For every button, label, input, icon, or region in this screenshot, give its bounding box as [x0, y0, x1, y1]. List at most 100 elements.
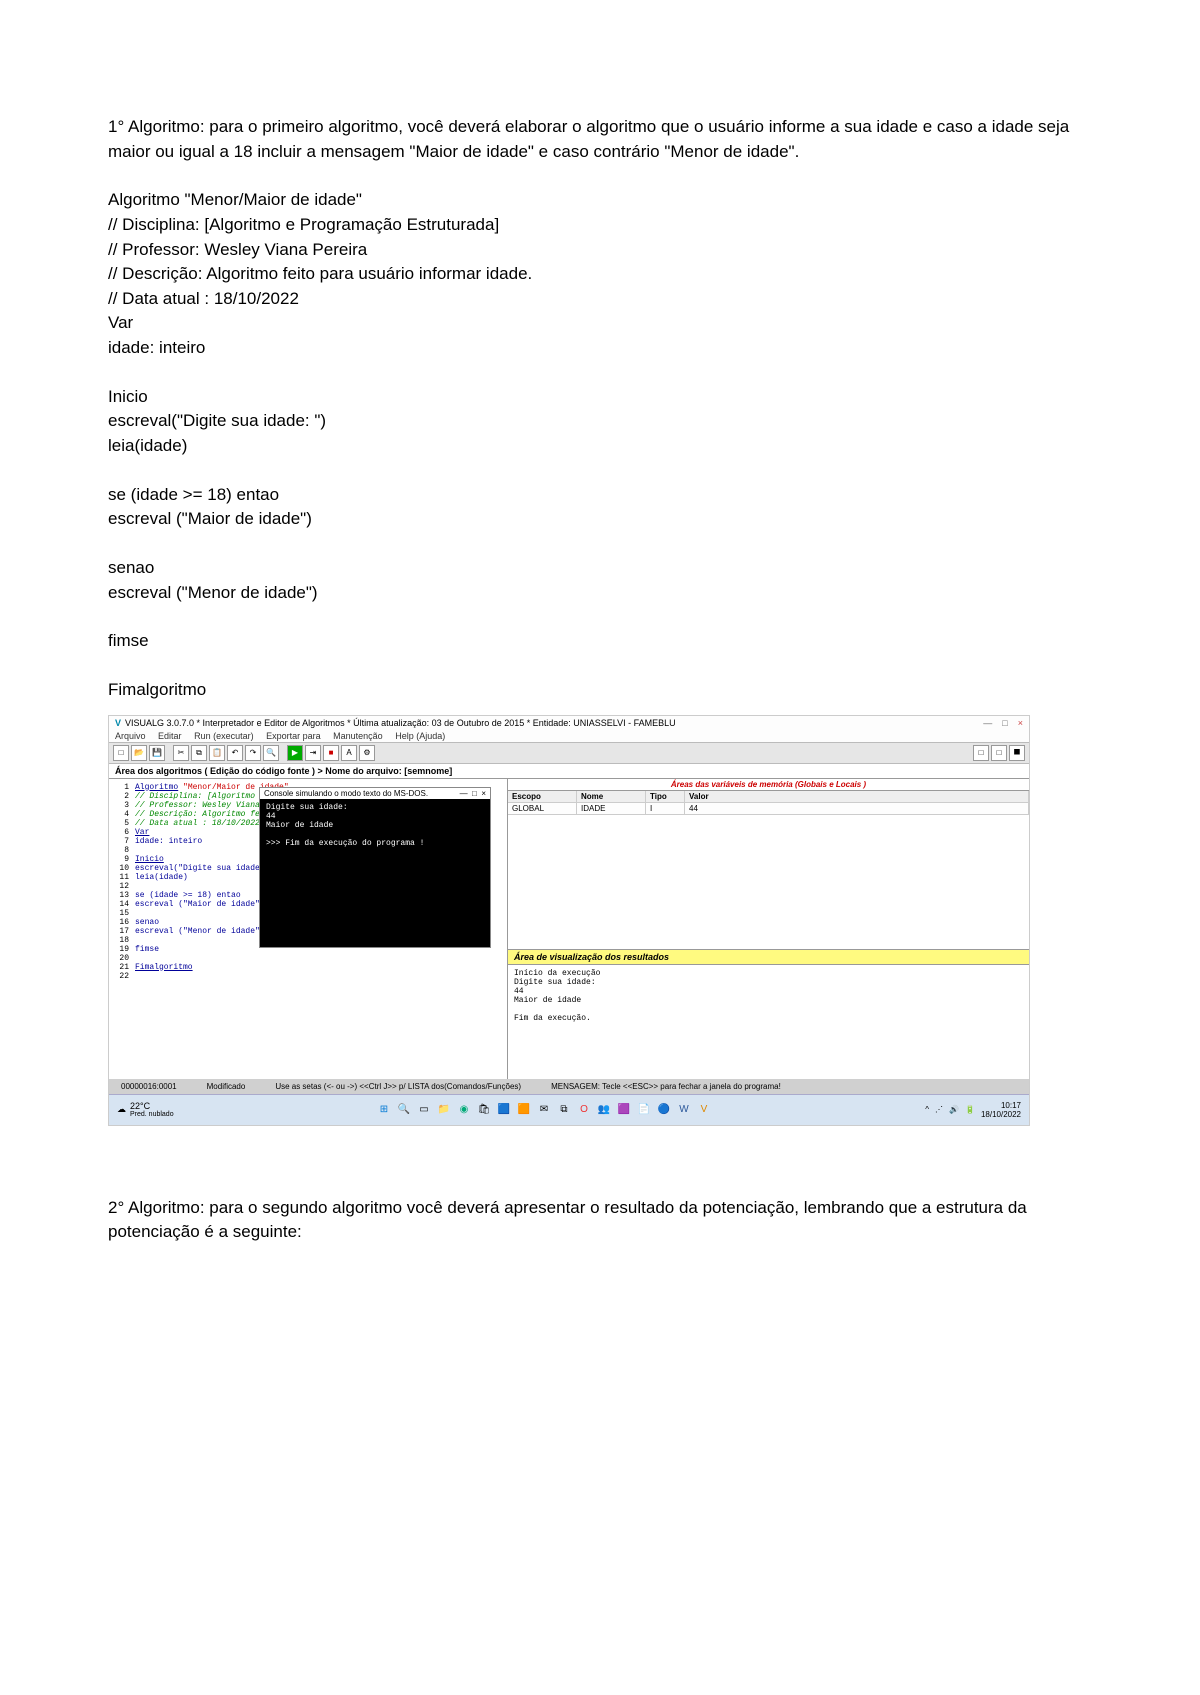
- tool-undo-icon[interactable]: ↶: [227, 745, 243, 761]
- code-line: escreval ("Menor de idade"): [108, 581, 1092, 606]
- code-line: fimse: [108, 629, 1092, 654]
- minimize-icon[interactable]: —: [460, 789, 468, 798]
- console-output: Digite sua idade: 44 Maior de idade >>> …: [260, 799, 490, 947]
- visualg-window: V VISUALG 3.0.7.0 * Interpretador e Edit…: [108, 715, 1030, 1126]
- tool-save-icon[interactable]: 💾: [149, 745, 165, 761]
- tool-find-icon[interactable]: 🔍: [263, 745, 279, 761]
- toolbar: □ 📂 💾 ✂ ⧉ 📋 ↶ ↷ 🔍 ▶ ⇥ ■ A ⚙ □ □ ⯀: [109, 742, 1029, 764]
- visualg-icon[interactable]: V: [697, 1103, 711, 1117]
- app-icon[interactable]: 🟦: [497, 1103, 511, 1117]
- store-icon[interactable]: 🛍: [477, 1103, 491, 1117]
- menu-help[interactable]: Help (Ajuda): [395, 731, 445, 741]
- tray-chevron-icon[interactable]: ^: [925, 1105, 929, 1114]
- menu-arquivo[interactable]: Arquivo: [115, 731, 146, 741]
- tool-misc-icon[interactable]: ⚙: [359, 745, 375, 761]
- col-valor: Valor: [685, 791, 1029, 802]
- clock-date: 18/10/2022: [981, 1110, 1021, 1119]
- code-line: // Data atual : 18/10/2022: [108, 287, 1092, 312]
- status-modified: Modificado: [201, 1081, 252, 1092]
- office-icon[interactable]: O: [577, 1103, 591, 1117]
- tool-open-icon[interactable]: 📂: [131, 745, 147, 761]
- menu-run[interactable]: Run (executar): [194, 731, 254, 741]
- tool-new-icon[interactable]: □: [113, 745, 129, 761]
- app-icon[interactable]: 🟪: [617, 1103, 631, 1117]
- weather-icon[interactable]: ☁: [117, 1104, 126, 1115]
- maximize-icon[interactable]: □: [1002, 718, 1007, 728]
- teams-icon[interactable]: 👥: [597, 1103, 611, 1117]
- tool-right-icon[interactable]: □: [973, 745, 989, 761]
- maximize-icon[interactable]: □: [472, 789, 477, 798]
- code-line: se (idade >= 18) entao: [108, 483, 1092, 508]
- algorithm-code: Algoritmo "Menor/Maior de idade" // Disc…: [108, 188, 1092, 702]
- tool-right-icon[interactable]: ⯀: [1009, 745, 1025, 761]
- tool-copy-icon[interactable]: ⧉: [191, 745, 207, 761]
- temperature: 22°C: [130, 1101, 174, 1111]
- code-line: leia(idade): [108, 434, 1092, 459]
- code-line: Inicio: [108, 385, 1092, 410]
- start-icon[interactable]: ⊞: [377, 1103, 391, 1117]
- menu-manutencao[interactable]: Manutenção: [333, 731, 383, 741]
- taskview-icon[interactable]: ▭: [417, 1103, 431, 1117]
- variables-panel: Áreas das variáveis de memória (Globais …: [508, 779, 1029, 949]
- menu-editar[interactable]: Editar: [158, 731, 182, 741]
- code-editor[interactable]: 1Algoritmo "Menor/Maior de idade"2// Dis…: [109, 779, 507, 1079]
- editor-line: 22: [113, 972, 503, 981]
- word-icon[interactable]: W: [677, 1103, 691, 1117]
- paragraph-1: 1° Algoritmo: para o primeiro algoritmo,…: [108, 115, 1092, 164]
- volume-icon[interactable]: 🔊: [949, 1105, 959, 1114]
- tool-redo-icon[interactable]: ↷: [245, 745, 261, 761]
- code-line: Var: [108, 311, 1092, 336]
- code-line: escreval("Digite sua idade: "): [108, 409, 1092, 434]
- app-icon: V: [115, 718, 121, 728]
- code-line: escreval ("Maior de idade"): [108, 507, 1092, 532]
- editor-line: 21Fimalgoritmo: [113, 963, 503, 972]
- battery-icon[interactable]: 🔋: [965, 1105, 975, 1114]
- variable-row: GLOBAL IDADE I 44: [508, 803, 1029, 815]
- file-breadcrumb: Área dos algoritmos ( Edição do código f…: [109, 764, 1029, 779]
- code-line: idade: inteiro: [108, 336, 1092, 361]
- weather-text: Pred. nublado: [130, 1111, 174, 1118]
- clock-time: 10:17: [981, 1101, 1021, 1110]
- statusbar: 00000016:0001 Modificado Use as setas (<…: [109, 1079, 1029, 1094]
- console-title: Console simulando o modo texto do MS-DOS…: [264, 789, 428, 798]
- windows-taskbar: ☁ 22°C Pred. nublado ⊞ 🔍 ▭ 📁 ◉ 🛍 🟦 🟧 ✉ ⧉…: [109, 1094, 1029, 1125]
- tool-run-icon[interactable]: ▶: [287, 745, 303, 761]
- app-icon[interactable]: 🟧: [517, 1103, 531, 1117]
- tool-paste-icon[interactable]: 📋: [209, 745, 225, 761]
- cursor-position: 00000016:0001: [115, 1081, 183, 1092]
- paragraph-2: 2° Algoritmo: para o segundo algoritmo v…: [108, 1196, 1092, 1245]
- menu-exportar[interactable]: Exportar para: [266, 731, 321, 741]
- code-line: senao: [108, 556, 1092, 581]
- dropbox-icon[interactable]: ⧉: [557, 1103, 571, 1117]
- close-icon[interactable]: ×: [1018, 718, 1023, 728]
- code-line: // Professor: Wesley Viana Pereira: [108, 238, 1092, 263]
- tool-cut-icon[interactable]: ✂: [173, 745, 189, 761]
- status-hint: Use as setas (<- ou ->) <<Ctrl J>> p/ LI…: [269, 1081, 527, 1092]
- col-nome: Nome: [577, 791, 646, 802]
- results-panel: Área de visualização dos resultados Iníc…: [508, 949, 1029, 1079]
- mail-icon[interactable]: ✉: [537, 1103, 551, 1117]
- close-icon[interactable]: ×: [481, 789, 486, 798]
- tool-stop-icon[interactable]: ■: [323, 745, 339, 761]
- code-line: Algoritmo "Menor/Maior de idade": [108, 188, 1092, 213]
- app-icon[interactable]: 📄: [637, 1103, 651, 1117]
- code-line: Fimalgoritmo: [108, 678, 1092, 703]
- col-escopo: Escopo: [508, 791, 577, 802]
- window-titlebar: V VISUALG 3.0.7.0 * Interpretador e Edit…: [109, 716, 1029, 730]
- explorer-icon[interactable]: 📁: [437, 1103, 451, 1117]
- tool-right-icon[interactable]: □: [991, 745, 1007, 761]
- col-tipo: Tipo: [646, 791, 685, 802]
- wifi-icon[interactable]: ⋰: [935, 1105, 943, 1114]
- window-title: VISUALG 3.0.7.0 * Interpretador e Editor…: [125, 718, 676, 728]
- editor-line: 20: [113, 954, 503, 963]
- status-message: MENSAGEM: Tecle <<ESC>> para fechar a ja…: [545, 1081, 787, 1092]
- code-line: // Disciplina: [Algoritmo e Programação …: [108, 213, 1092, 238]
- search-icon[interactable]: 🔍: [397, 1103, 411, 1117]
- edge-icon[interactable]: ◉: [457, 1103, 471, 1117]
- tool-step-icon[interactable]: ⇥: [305, 745, 321, 761]
- console-window: Console simulando o modo texto do MS-DOS…: [259, 787, 491, 948]
- chrome-icon[interactable]: 🔵: [657, 1103, 671, 1117]
- minimize-icon[interactable]: —: [983, 718, 992, 728]
- variables-panel-title: Áreas das variáveis de memória (Globais …: [508, 779, 1029, 791]
- tool-misc-icon[interactable]: A: [341, 745, 357, 761]
